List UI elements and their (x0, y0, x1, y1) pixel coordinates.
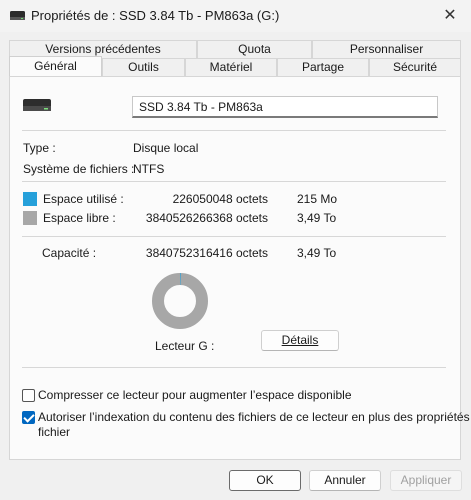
free-space-label: Espace libre : (43, 211, 116, 225)
divider (22, 181, 446, 182)
type-label: Type : (23, 141, 56, 155)
compress-label: Compresser ce lecteur pour augmenter l’e… (38, 388, 352, 402)
divider (22, 367, 446, 368)
used-space-label: Espace utilisé : (43, 192, 124, 206)
used-space-bytes: 226050048 octets (172, 192, 268, 206)
free-space-size: 3,49 To (297, 211, 337, 225)
type-value: Disque local (133, 141, 199, 155)
tab-row-front: Général Outils Matériel Partage Sécurité (9, 56, 461, 76)
divider (22, 236, 446, 237)
tab-tools[interactable]: Outils (102, 58, 185, 76)
compress-checkbox[interactable] (22, 389, 35, 402)
divider (22, 130, 446, 131)
ok-button[interactable]: OK (229, 470, 301, 491)
drive-name-input[interactable] (132, 96, 438, 118)
tab-customize[interactable]: Personnaliser (312, 40, 461, 58)
tab-sharing[interactable]: Partage (277, 58, 369, 76)
filesystem-value: NTFS (133, 162, 165, 176)
used-space-size: 215 Mo (297, 192, 338, 206)
apply-button[interactable]: Appliquer (390, 470, 462, 491)
free-space-ring (152, 273, 208, 329)
window-title: Propriétés de : SSD 3.84 Tb - PM863a (G:… (31, 8, 280, 23)
drive-icon (10, 11, 25, 20)
capacity-bytes: 3840752316416 octets (145, 246, 268, 260)
drive-icon (23, 99, 51, 111)
used-space-swatch (23, 192, 37, 206)
drive-letter-label: Lecteur G : (155, 339, 215, 353)
tab-security[interactable]: Sécurité (369, 58, 461, 76)
cancel-button[interactable]: Annuler (309, 470, 381, 491)
filesystem-label: Système de fichiers : (23, 162, 135, 176)
tab-hardware[interactable]: Matériel (185, 58, 277, 76)
capacity-label: Capacité : (42, 246, 97, 260)
details-button-label: Détails (281, 333, 319, 347)
title-bar: Propriétés de : SSD 3.84 Tb - PM863a (G:… (0, 0, 471, 32)
usage-donut-chart (152, 273, 208, 329)
free-space-swatch (23, 211, 37, 225)
capacity-size: 3,49 To (297, 246, 337, 260)
tab-general[interactable]: Général (9, 56, 102, 76)
general-panel: Type : Disque local Système de fichiers … (9, 76, 471, 460)
close-icon[interactable]: ✕ (441, 7, 459, 25)
indexing-label-line2: fichier (38, 425, 71, 439)
indexing-label-line1: Autoriser l’indexation du contenu des fi… (38, 410, 471, 424)
free-space-bytes: 3840526266368 octets (145, 211, 268, 225)
tab-quota[interactable]: Quota (197, 40, 312, 58)
details-button[interactable]: Détails (261, 330, 339, 351)
indexing-checkbox[interactable] (22, 411, 35, 424)
